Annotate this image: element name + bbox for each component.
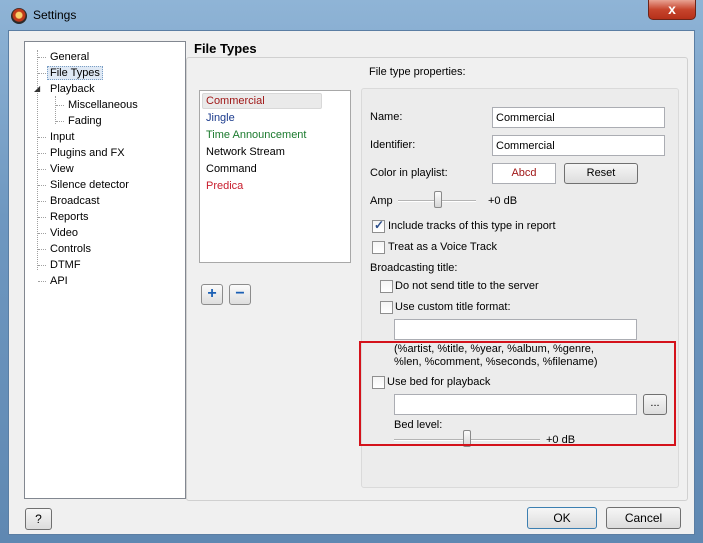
tree-branch bbox=[38, 185, 46, 186]
list-item[interactable]: Jingle bbox=[206, 110, 235, 127]
title-bar: Settings x bbox=[0, 0, 703, 30]
window-title: Settings bbox=[33, 8, 77, 22]
highlight-box bbox=[359, 341, 676, 446]
color-label: Color in playlist: bbox=[370, 167, 448, 179]
plus-icon: + bbox=[207, 285, 217, 302]
include-report-label: Include tracks of this type in report bbox=[388, 220, 556, 232]
list-item[interactable]: Network Stream bbox=[206, 144, 285, 161]
tree-branch bbox=[38, 281, 46, 282]
ok-button[interactable]: OK bbox=[527, 507, 597, 529]
color-sample-text: Abcd bbox=[511, 167, 537, 179]
list-item[interactable]: Command bbox=[206, 161, 257, 178]
add-type-button[interactable]: + bbox=[201, 284, 223, 305]
tree-branch bbox=[56, 121, 64, 122]
broadcasting-title-label: Broadcasting title: bbox=[370, 262, 458, 274]
tree-branch bbox=[38, 249, 46, 250]
tree-item-video[interactable]: Video bbox=[50, 226, 78, 241]
tree-branch bbox=[56, 105, 64, 106]
panel-title: File Types bbox=[194, 41, 257, 56]
tree-item-playback[interactable]: Playback bbox=[50, 82, 95, 97]
tree-branch bbox=[38, 233, 46, 234]
cancel-button[interactable]: Cancel bbox=[606, 507, 681, 529]
properties-header: File type properties: bbox=[369, 66, 466, 78]
tree-item-dtmf[interactable]: DTMF bbox=[50, 258, 81, 273]
minus-icon: − bbox=[235, 285, 245, 302]
app-icon bbox=[11, 8, 27, 24]
tree-item-file-types[interactable]: File Types bbox=[47, 66, 103, 81]
no-send-checkbox[interactable] bbox=[380, 280, 393, 293]
custom-title-checkbox[interactable] bbox=[380, 301, 393, 314]
collapse-arrow-icon[interactable]: ◢ bbox=[34, 84, 40, 93]
settings-window: Settings x General File Types ◢ Playback… bbox=[0, 0, 703, 543]
tree-branch bbox=[38, 137, 46, 138]
help-button[interactable]: ? bbox=[25, 508, 52, 530]
tree-item-controls[interactable]: Controls bbox=[50, 242, 91, 257]
list-item[interactable]: Predica bbox=[206, 178, 243, 195]
reset-button[interactable]: Reset bbox=[564, 163, 638, 184]
tree-branch bbox=[38, 153, 46, 154]
identifier-field[interactable] bbox=[492, 135, 665, 156]
tree-item-input[interactable]: Input bbox=[50, 130, 74, 145]
color-sample-button[interactable]: Abcd bbox=[492, 163, 556, 184]
tree-line bbox=[37, 50, 38, 270]
tree-item-silence-detector[interactable]: Silence detector bbox=[50, 178, 129, 193]
amp-value: +0 dB bbox=[488, 195, 518, 207]
list-item[interactable]: Commercial bbox=[206, 93, 265, 110]
tree-branch bbox=[38, 169, 46, 170]
amp-label: Amp bbox=[370, 195, 393, 207]
remove-type-button[interactable]: − bbox=[229, 284, 251, 305]
tree-item-view[interactable]: View bbox=[50, 162, 74, 177]
amp-slider-thumb[interactable] bbox=[434, 191, 442, 208]
name-label: Name: bbox=[370, 111, 403, 123]
custom-title-field[interactable] bbox=[394, 319, 637, 340]
file-type-list[interactable]: Commercial Jingle Time Announcement Netw… bbox=[199, 90, 351, 263]
tree-item-broadcast[interactable]: Broadcast bbox=[50, 194, 100, 209]
name-field[interactable] bbox=[492, 107, 665, 128]
dialog-client: General File Types ◢ Playback Miscellane… bbox=[8, 30, 695, 535]
custom-title-label: Use custom title format: bbox=[395, 301, 511, 313]
tree-item-reports[interactable]: Reports bbox=[50, 210, 89, 225]
close-icon: x bbox=[668, 1, 676, 17]
tree-line bbox=[55, 96, 56, 124]
tree-branch bbox=[38, 201, 46, 202]
tree-item-miscellaneous[interactable]: Miscellaneous bbox=[68, 98, 138, 113]
tree-branch bbox=[38, 57, 46, 58]
no-send-label: Do not send title to the server bbox=[395, 280, 539, 292]
close-button[interactable]: x bbox=[648, 0, 696, 20]
tree-branch bbox=[38, 217, 46, 218]
voice-track-checkbox[interactable] bbox=[372, 241, 385, 254]
identifier-label: Identifier: bbox=[370, 139, 416, 151]
tree-item-fading[interactable]: Fading bbox=[68, 114, 102, 129]
voice-track-label: Treat as a Voice Track bbox=[388, 241, 498, 253]
tree-branch bbox=[38, 265, 46, 266]
tree-item-api[interactable]: API bbox=[50, 274, 68, 289]
include-report-checkbox[interactable] bbox=[372, 218, 385, 233]
tree-item-plugins[interactable]: Plugins and FX bbox=[50, 146, 125, 161]
tree-item-general[interactable]: General bbox=[50, 50, 89, 65]
list-item[interactable]: Time Announcement bbox=[206, 127, 306, 144]
settings-tree: General File Types ◢ Playback Miscellane… bbox=[24, 41, 186, 499]
tree-branch bbox=[38, 73, 46, 74]
